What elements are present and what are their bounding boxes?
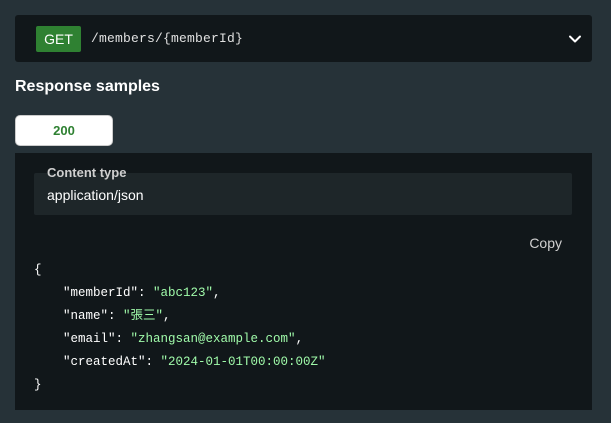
json-key: "name" [63, 309, 109, 323]
copy-button[interactable]: Copy [529, 235, 562, 251]
http-method-badge: GET [36, 25, 81, 52]
content-type-select[interactable]: Content type application/json [34, 165, 572, 215]
json-code-block: { "memberId": "abc123", "name": "張三", "e… [34, 259, 326, 397]
json-close-brace: } [34, 378, 42, 392]
json-value: "張三" [123, 309, 164, 323]
chevron-down-icon[interactable] [568, 32, 582, 46]
content-type-label: Content type [47, 165, 127, 180]
json-value: "2024-01-01T00:00:00Z" [160, 355, 326, 369]
json-open-brace: { [34, 263, 42, 277]
json-field-line: "email": "zhangsan@example.com", [63, 332, 304, 346]
json-field-line: "createdAt": "2024-01-01T00:00:00Z" [63, 355, 326, 369]
endpoint-path: /members/{memberId} [91, 31, 244, 46]
json-value: "zhangsan@example.com" [130, 332, 296, 346]
json-field-line: "memberId": "abc123", [63, 286, 221, 300]
json-key: "email" [63, 332, 116, 346]
tab-status-200[interactable]: 200 [15, 115, 113, 146]
json-field-line: "name": "張三", [63, 309, 171, 323]
response-samples-title: Response samples [15, 78, 160, 95]
endpoint-bar[interactable]: GET /members/{memberId} [15, 15, 592, 62]
json-value: "abc123" [153, 286, 214, 300]
json-key: "memberId" [63, 286, 139, 300]
content-type-value: application/json [47, 187, 144, 203]
response-sample-panel: Content type application/json Copy { "me… [15, 153, 592, 410]
json-key: "createdAt" [63, 355, 146, 369]
